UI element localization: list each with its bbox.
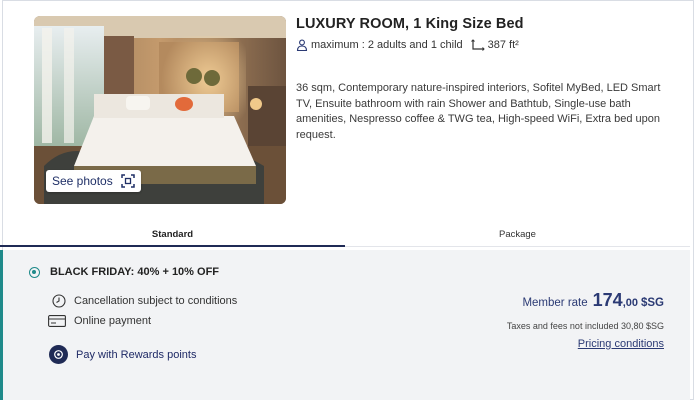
clock-icon [52, 294, 66, 308]
payment-label: Online payment [74, 315, 152, 327]
price-decimal: ,00 [622, 297, 638, 309]
tab-standard[interactable]: Standard [0, 226, 345, 247]
price-integer: 174 [592, 290, 623, 310]
member-rate: Member rate 174 ,00 $SG [522, 290, 664, 311]
tab-package[interactable]: Package [345, 226, 690, 247]
payment-feature: Online payment [48, 315, 151, 327]
price-currency: $SG [640, 297, 664, 309]
cancellation-feature: Cancellation subject to conditions [52, 294, 237, 308]
taxes-note: Taxes and fees not included 30,80 $SG [506, 321, 664, 331]
expand-icon [120, 174, 135, 188]
room-title: LUXURY ROOM, 1 King Size Bed [296, 16, 524, 32]
pricing-conditions-link[interactable]: Pricing conditions [578, 338, 664, 350]
rewards-icon [49, 345, 68, 364]
area-icon [470, 39, 485, 51]
person-icon [296, 39, 308, 51]
credit-card-icon [48, 315, 66, 327]
room-capacity: maximum : 2 adults and 1 child [311, 39, 463, 51]
offer-name: BLACK FRIDAY: 40% + 10% OFF [50, 266, 220, 278]
room-photo[interactable]: See photos [34, 16, 286, 204]
rewards-label: Pay with Rewards points [76, 348, 197, 361]
rate-tabs: Standard Package [0, 226, 690, 247]
room-area: 387 ft² [487, 39, 519, 51]
rewards-link[interactable]: Pay with Rewards points [49, 345, 196, 364]
cancellation-label: Cancellation subject to conditions [74, 295, 238, 307]
see-photos-button[interactable]: See photos [46, 170, 141, 192]
room-meta: maximum : 2 adults and 1 child 387 ft² [296, 39, 519, 51]
member-rate-label: Member rate [522, 297, 588, 309]
offer-radio[interactable] [29, 267, 40, 278]
see-photos-label: See photos [52, 174, 113, 188]
room-description: 36 sqm, Contemporary nature-inspired int… [296, 82, 661, 141]
